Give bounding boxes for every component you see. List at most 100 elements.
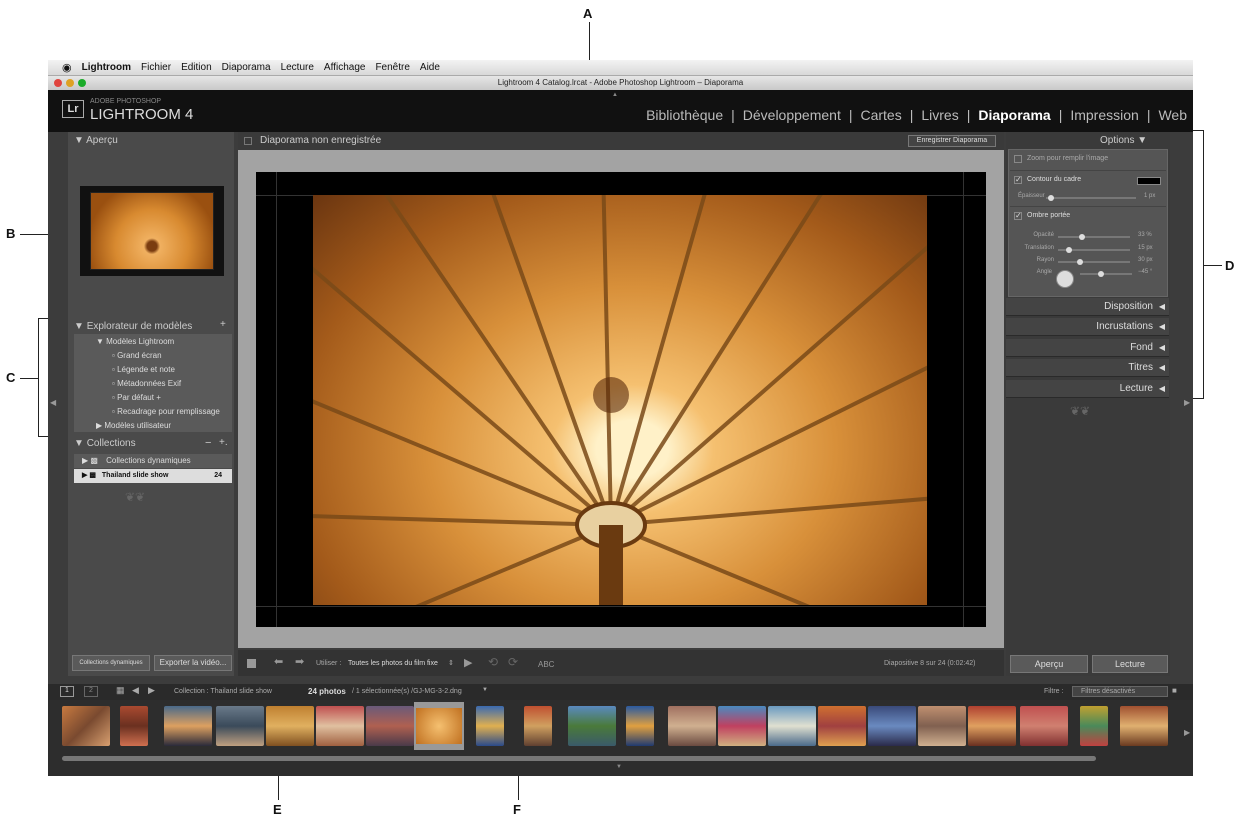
- offset-knob[interactable]: [1065, 247, 1072, 253]
- menu-fichier[interactable]: Fichier: [141, 62, 171, 73]
- rotate-left-icon[interactable]: ⟲: [488, 655, 498, 669]
- opacity-slider[interactable]: [1058, 234, 1130, 240]
- smart-collections-row[interactable]: ▶ ▩ Collections dynamiques: [74, 454, 232, 468]
- filmstrip-thumbnail[interactable]: [668, 706, 716, 746]
- preview-panel-header[interactable]: ▼ Aperçu: [74, 135, 118, 146]
- filmstrip-thumbnail[interactable]: [918, 706, 966, 746]
- export-video-button[interactable]: Exporter la vidéo...: [154, 655, 232, 671]
- template-folder-lightroom[interactable]: ▼ Modèles Lightroom: [96, 337, 174, 346]
- module-diaporama[interactable]: Diaporama: [978, 107, 1050, 123]
- template-folder-user[interactable]: ▶ Modèles utilisateur: [96, 421, 171, 430]
- menu-aide[interactable]: Aide: [420, 62, 440, 73]
- filmstrip-thumbnail[interactable]: [626, 706, 654, 746]
- preview-button[interactable]: Aperçu: [1010, 655, 1088, 673]
- filmstrip-thumbnail[interactable]: [1020, 706, 1068, 746]
- filmstrip-collapse-icon[interactable]: ▶: [1184, 728, 1190, 737]
- filmstrip-source[interactable]: Collection : Thailand slide show: [174, 688, 272, 695]
- menu-diaporama[interactable]: Diaporama: [222, 62, 271, 73]
- options-header[interactable]: Options ▼: [1100, 135, 1147, 146]
- use-select-chevron-icon[interactable]: ⇕: [448, 659, 454, 667]
- right-panel-collapse-icon[interactable]: ▶: [1184, 398, 1190, 407]
- filter-select[interactable]: Filtres désactivés: [1072, 686, 1168, 697]
- dropdown-chevron-icon[interactable]: ▼: [482, 687, 488, 693]
- menu-fenetre[interactable]: Fenêtre: [375, 62, 409, 73]
- zoom-fill-checkbox[interactable]: [1014, 155, 1022, 163]
- template-item[interactable]: ▫ Recadrage pour remplissage: [112, 407, 220, 416]
- filmstrip-thumbnail[interactable]: [476, 706, 504, 746]
- template-item[interactable]: ▫ Grand écran: [112, 351, 162, 360]
- panel-lecture[interactable]: Lecture ◀: [1006, 380, 1169, 398]
- filmstrip-thumbnail[interactable]: [164, 706, 212, 746]
- filmstrip-thumbnail[interactable]: [968, 706, 1016, 746]
- module-impression[interactable]: Impression: [1070, 107, 1138, 123]
- collapse-top-icon[interactable]: ▲: [612, 92, 618, 98]
- radius-knob[interactable]: [1076, 259, 1083, 265]
- filmstrip-selected-frame[interactable]: [414, 702, 464, 750]
- grid-icon[interactable]: ▦: [116, 685, 125, 696]
- filmstrip-thumbnail[interactable]: [1080, 706, 1108, 746]
- rotate-right-icon[interactable]: ⟳: [508, 655, 518, 669]
- filmstrip-thumbnail[interactable]: [818, 706, 866, 746]
- filmstrip-scrollbar[interactable]: [62, 756, 1096, 761]
- module-cartes[interactable]: Cartes: [860, 107, 901, 123]
- save-slideshow-button[interactable]: Enregistrer Diaporama: [908, 135, 996, 147]
- add-collection-icon[interactable]: +.: [219, 437, 228, 448]
- main-view-button[interactable]: 1: [60, 686, 74, 697]
- filmstrip-thumbnail[interactable]: [366, 706, 414, 746]
- filmstrip-thumbnail[interactable]: [120, 706, 148, 746]
- module-developpement[interactable]: Développement: [743, 107, 841, 123]
- thickness-slider[interactable]: [1046, 195, 1136, 201]
- add-template-icon[interactable]: +: [220, 319, 226, 330]
- stroke-checkbox[interactable]: ✓: [1014, 176, 1022, 184]
- template-item[interactable]: ▫ Métadonnées Exif: [112, 379, 181, 388]
- previous-slide-icon[interactable]: ⬅: [274, 655, 283, 668]
- minimize-window-button[interactable]: [66, 79, 74, 87]
- menu-affichage[interactable]: Affichage: [324, 62, 366, 73]
- close-window-button[interactable]: [54, 79, 62, 87]
- bottom-collapse-icon[interactable]: ▼: [616, 764, 622, 770]
- filmstrip-thumbnail[interactable]: [316, 706, 364, 746]
- unsaved-checkbox[interactable]: [244, 137, 252, 145]
- play-icon[interactable]: ▶: [464, 656, 472, 669]
- filmstrip-thumbnail[interactable]: [62, 706, 110, 746]
- panel-titres[interactable]: Titres ◀: [1006, 359, 1169, 377]
- filmstrip-thumbnail[interactable]: [568, 706, 616, 746]
- filmstrip-thumbnail[interactable]: [524, 706, 552, 746]
- collection-row-selected[interactable]: ▶ ▩ Thailand slide show 24: [74, 469, 232, 483]
- add-text-button[interactable]: ABC: [538, 660, 554, 669]
- angle-slider[interactable]: [1080, 271, 1132, 277]
- angle-knob[interactable]: [1097, 271, 1104, 277]
- module-bibliotheque[interactable]: Bibliothèque: [646, 107, 723, 123]
- play-button[interactable]: Lecture: [1092, 655, 1168, 673]
- menu-lightroom[interactable]: Lightroom: [82, 62, 131, 73]
- panel-incrustations[interactable]: Incrustations ◀: [1006, 318, 1169, 336]
- filter-lock-icon[interactable]: ■: [1172, 686, 1177, 695]
- filmstrip-thumbnail[interactable]: [266, 706, 314, 746]
- menu-edition[interactable]: Edition: [181, 62, 212, 73]
- module-livres[interactable]: Livres: [921, 107, 958, 123]
- back-icon[interactable]: ◀: [132, 685, 139, 696]
- thickness-knob[interactable]: [1047, 195, 1054, 201]
- filmstrip-thumbnail[interactable]: [216, 706, 264, 746]
- smart-collections-button[interactable]: Collections dynamiques: [72, 655, 150, 671]
- collections-header[interactable]: ▼ Collections: [74, 438, 136, 449]
- template-item[interactable]: ▫ Légende et note: [112, 365, 175, 374]
- offset-slider[interactable]: [1058, 247, 1130, 253]
- template-browser-header[interactable]: ▼ Explorateur de modèles: [74, 321, 192, 332]
- stop-button[interactable]: [247, 659, 256, 668]
- left-panel-collapse-icon[interactable]: ◀: [50, 398, 56, 407]
- angle-dial[interactable]: [1056, 270, 1074, 288]
- second-view-button[interactable]: 2: [84, 686, 98, 697]
- menu-lecture[interactable]: Lecture: [281, 62, 314, 73]
- remove-collection-icon[interactable]: −: [205, 437, 211, 449]
- use-select[interactable]: Toutes les photos du film fixe: [348, 660, 438, 667]
- module-web[interactable]: Web: [1158, 107, 1187, 123]
- apple-icon[interactable]: ◉: [62, 61, 72, 74]
- opacity-knob[interactable]: [1078, 234, 1085, 240]
- zoom-window-button[interactable]: [78, 79, 86, 87]
- filmstrip-thumbnail[interactable]: [718, 706, 766, 746]
- forward-icon[interactable]: ▶: [148, 685, 155, 696]
- filmstrip-thumbnail[interactable]: [868, 706, 916, 746]
- filmstrip-thumbnail[interactable]: [768, 706, 816, 746]
- radius-slider[interactable]: [1058, 259, 1130, 265]
